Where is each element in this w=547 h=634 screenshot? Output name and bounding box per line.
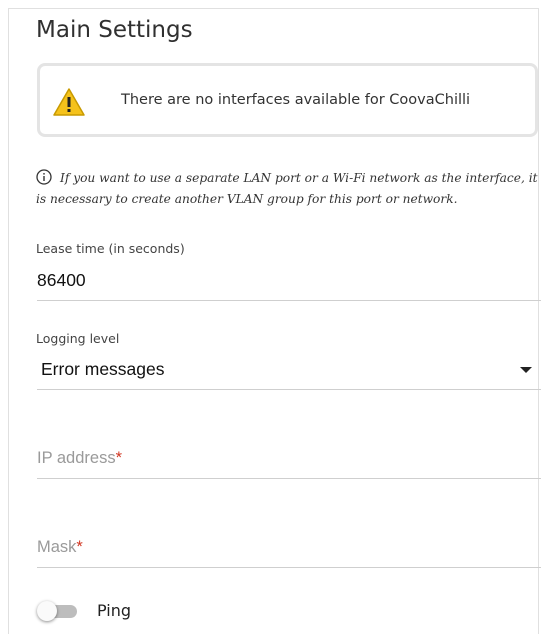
warning-text: There are no interfaces available for Co…	[121, 92, 471, 108]
mask-underline	[37, 567, 541, 568]
warning-box: There are no interfaces available for Co…	[37, 63, 538, 137]
hint-block: If you want to use a separate LAN port o…	[36, 168, 542, 210]
logging-level-select[interactable]: Error messages	[41, 359, 165, 380]
info-icon	[36, 169, 52, 185]
lease-time-input[interactable]: 86400	[37, 270, 86, 291]
section-title: Main Settings	[36, 17, 193, 43]
ping-toggle[interactable]	[37, 601, 79, 621]
ip-address-input[interactable]: IP address*	[37, 449, 122, 468]
hint-text: If you want to use a separate LAN port o…	[36, 171, 538, 206]
ip-address-underline	[37, 478, 541, 479]
dropdown-caret-icon[interactable]	[520, 367, 532, 373]
logging-level-underline	[37, 389, 541, 390]
ping-toggle-knob	[37, 601, 57, 621]
lease-time-label: Lease time (in seconds)	[36, 241, 185, 256]
ping-label: Ping	[97, 601, 132, 620]
mask-input[interactable]: Mask*	[37, 538, 83, 557]
warning-triangle-icon	[53, 88, 85, 116]
mask-required-mark: *	[76, 538, 83, 556]
ip-address-required-mark: *	[115, 449, 122, 467]
ip-address-placeholder: IP address	[37, 449, 116, 467]
logging-level-label: Logging level	[36, 331, 120, 346]
lease-time-underline	[37, 300, 541, 301]
mask-placeholder: Mask	[37, 538, 77, 556]
